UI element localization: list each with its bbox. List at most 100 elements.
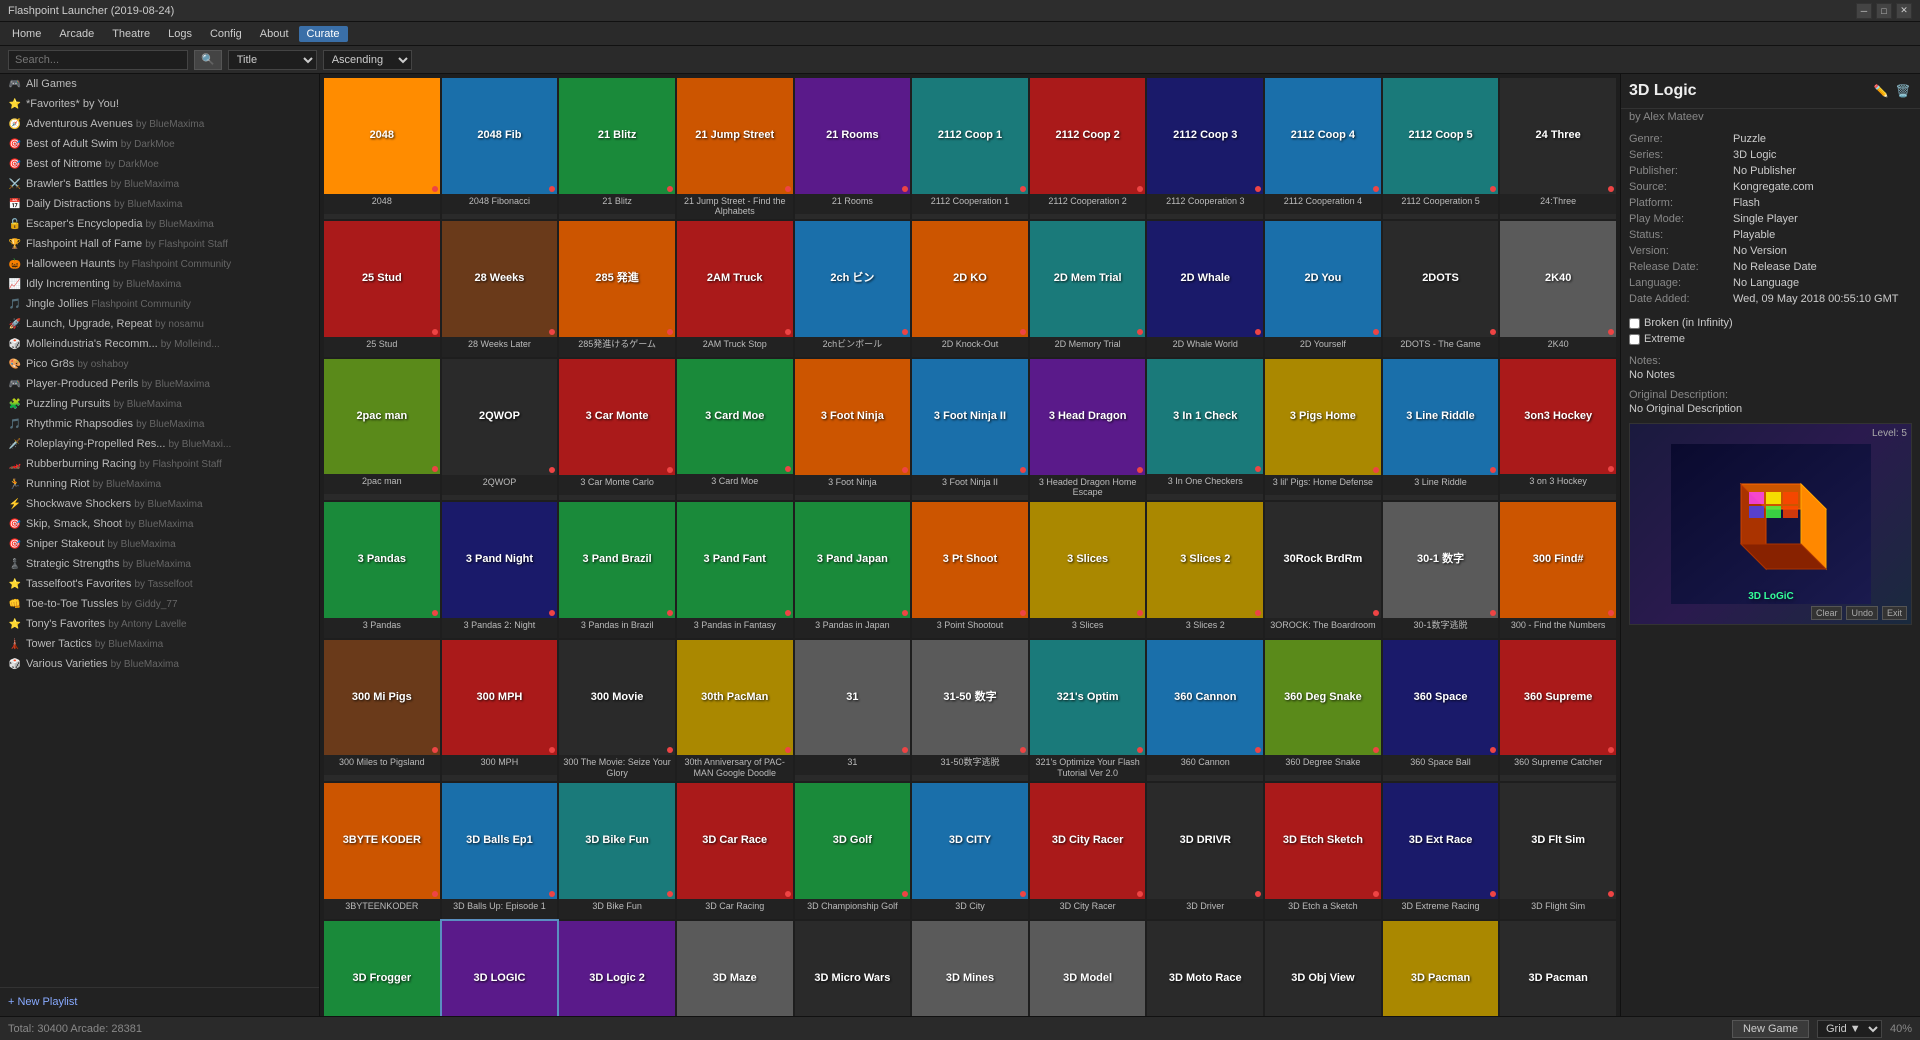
game-cell[interactable]: 24 Three24:Three bbox=[1500, 78, 1616, 219]
game-cell[interactable]: 300 Find#300 - Find the Numbers bbox=[1500, 502, 1616, 638]
menu-item-home[interactable]: Home bbox=[4, 26, 49, 42]
game-cell[interactable]: 3 Pand Night3 Pandas 2: Night bbox=[442, 502, 558, 638]
game-cell[interactable]: 3 Pandas3 Pandas bbox=[324, 502, 440, 638]
sidebar-item-sniper[interactable]: 🎯 Sniper Stakeout by BlueMaxima bbox=[0, 534, 319, 554]
game-cell[interactable]: 3D Pacman3D Pacman bbox=[1383, 921, 1499, 1016]
game-cell[interactable]: 2K402K40 bbox=[1500, 221, 1616, 357]
detail-edit-button[interactable]: ✏️ bbox=[1872, 82, 1890, 100]
game-cell[interactable]: 3 Pt Shoot3 Point Shootout bbox=[912, 502, 1028, 638]
broken-checkbox[interactable] bbox=[1629, 318, 1640, 329]
game-cell[interactable]: 3D Moto Race3D Motorbike Racing bbox=[1147, 921, 1263, 1016]
game-cell[interactable]: 21 Rooms21 Rooms bbox=[795, 78, 911, 219]
sidebar-item-strategic[interactable]: ♟️ Strategic Strengths by BlueMaxima bbox=[0, 554, 319, 574]
game-cell[interactable]: 2DOTS2DOTS - The Game bbox=[1383, 221, 1499, 357]
new-game-button[interactable]: New Game bbox=[1732, 1020, 1809, 1038]
game-cell[interactable]: 360 Supreme360 Supreme Catcher bbox=[1500, 640, 1616, 781]
game-cell[interactable]: 3 Line Riddle3 Line Riddle bbox=[1383, 359, 1499, 500]
game-cell[interactable]: 2ch ビン2chビンボール bbox=[795, 221, 911, 357]
game-cell[interactable]: 3 Slices 23 Slices 2 bbox=[1147, 502, 1263, 638]
game-cell[interactable]: 3D Maze3D Maze bbox=[677, 921, 793, 1016]
sidebar-item-favorites[interactable]: ⭐ *Favorites* by You! bbox=[0, 94, 319, 114]
game-cell[interactable]: 25 Stud25 Stud bbox=[324, 221, 440, 357]
game-cell[interactable]: 30th PacMan30th Anniversary of PAC-MAN G… bbox=[677, 640, 793, 781]
view-mode-select[interactable]: Grid ▼ List bbox=[1817, 1020, 1882, 1038]
game-cell[interactable]: 30-1 数字30-1数字逃脱 bbox=[1383, 502, 1499, 638]
sidebar-item-various[interactable]: 🎲 Various Varieties by BlueMaxima bbox=[0, 654, 319, 674]
game-cell[interactable]: 360 Space360 Space Ball bbox=[1383, 640, 1499, 781]
game-cell[interactable]: 3D CITY3D City bbox=[912, 783, 1028, 919]
game-cell[interactable]: 2D You2D Yourself bbox=[1265, 221, 1381, 357]
sidebar-item-idly[interactable]: 📈 Idly Incrementing by BlueMaxima bbox=[0, 274, 319, 294]
game-cell[interactable]: 3D Bike Fun3D Bike Fun bbox=[559, 783, 675, 919]
game-cell[interactable]: 2112 Coop 22112 Cooperation 2 bbox=[1030, 78, 1146, 219]
game-cell[interactable]: 3 Slices3 Slices bbox=[1030, 502, 1146, 638]
game-cell[interactable]: 3 Pand Fant3 Pandas in Fantasy bbox=[677, 502, 793, 638]
game-cell[interactable]: 3D Etch Sketch3D Etch a Sketch bbox=[1265, 783, 1381, 919]
game-cell[interactable]: 360 Deg Snake360 Degree Snake bbox=[1265, 640, 1381, 781]
game-cell[interactable]: 3 Foot Ninja II3 Foot Ninja II bbox=[912, 359, 1028, 500]
new-playlist-button[interactable]: + New Playlist bbox=[0, 987, 319, 1016]
game-cell[interactable]: 3D Model3D Modeler bbox=[1030, 921, 1146, 1016]
game-cell[interactable]: 28 Weeks28 Weeks Later bbox=[442, 221, 558, 357]
sidebar-item-adult-swim[interactable]: 🎯 Best of Adult Swim by DarkMoe bbox=[0, 134, 319, 154]
search-button[interactable]: 🔍 bbox=[194, 50, 222, 70]
game-cell[interactable]: 3BYTE KODER3BYTEENKODER bbox=[324, 783, 440, 919]
game-cell[interactable]: 31-50 数字31-50数字逃脱 bbox=[912, 640, 1028, 781]
game-cell[interactable]: 3 Pigs Home3 lil' Pigs: Home Defense bbox=[1265, 359, 1381, 500]
game-cell[interactable]: 3131 bbox=[795, 640, 911, 781]
game-cell[interactable]: 20482048 bbox=[324, 78, 440, 219]
game-cell[interactable]: 3D Flt Sim3D Flight Sim bbox=[1500, 783, 1616, 919]
detail-delete-button[interactable]: 🗑️ bbox=[1894, 82, 1912, 100]
game-cell[interactable]: 3 Pand Brazil3 Pandas in Brazil bbox=[559, 502, 675, 638]
sidebar-item-daily[interactable]: 📅 Daily Distractions by BlueMaxima bbox=[0, 194, 319, 214]
game-cell[interactable]: 3 Card Moe3 Card Moe bbox=[677, 359, 793, 500]
preview-clear-button[interactable]: Clear bbox=[1811, 606, 1843, 620]
game-cell[interactable]: 2D KO2D Knock-Out bbox=[912, 221, 1028, 357]
game-cell[interactable]: 3 Pand Japan3 Pandas in Japan bbox=[795, 502, 911, 638]
game-cell[interactable]: 300 Mi Pigs300 Miles to Pigsland bbox=[324, 640, 440, 781]
game-cell[interactable]: 2D Whale2D Whale World bbox=[1147, 221, 1263, 357]
game-cell[interactable]: 300 MPH300 MPH bbox=[442, 640, 558, 781]
game-cell[interactable]: 2112 Coop 32112 Cooperation 3 bbox=[1147, 78, 1263, 219]
game-cell[interactable]: 3D Micro Wars3D Micro Wars bbox=[795, 921, 911, 1016]
sidebar-item-tasselfoot[interactable]: ⭐ Tasselfoot's Favorites by Tasselfoot bbox=[0, 574, 319, 594]
game-cell[interactable]: 321's Optim321's Optimize Your Flash Tut… bbox=[1030, 640, 1146, 781]
sidebar-item-pico[interactable]: 🎨 Pico Gr8s by oshaboy bbox=[0, 354, 319, 374]
sidebar-item-launch[interactable]: 🚀 Launch, Upgrade, Repeat by nosamu bbox=[0, 314, 319, 334]
game-cell[interactable]: 3 Car Monte3 Car Monte Carlo bbox=[559, 359, 675, 500]
game-cell[interactable]: 2pac man2pac man bbox=[324, 359, 440, 500]
game-cell[interactable]: 3 Foot Ninja3 Foot Ninja bbox=[795, 359, 911, 500]
menu-item-about[interactable]: About bbox=[252, 26, 297, 42]
search-input[interactable] bbox=[8, 50, 188, 70]
game-cell[interactable]: 2112 Coop 42112 Cooperation 4 bbox=[1265, 78, 1381, 219]
game-cell[interactable]: 3D Pacman3D Pacman bbox=[1500, 921, 1616, 1016]
game-cell[interactable]: 30Rock BrdRm3OROCK: The Boardroom bbox=[1265, 502, 1381, 638]
game-cell[interactable]: 3D Car Race3D Car Racing bbox=[677, 783, 793, 919]
game-cell[interactable]: 21 Blitz21 Blitz bbox=[559, 78, 675, 219]
sidebar-item-tonys[interactable]: ⭐ Tony's Favorites by Antony Lavelle bbox=[0, 614, 319, 634]
game-cell[interactable]: 3D Obj View3D Object Viewer bbox=[1265, 921, 1381, 1016]
game-cell[interactable]: 360 Cannon360 Cannon bbox=[1147, 640, 1263, 781]
close-button[interactable]: ✕ bbox=[1896, 3, 1912, 19]
game-cell[interactable]: 2048 Fib2048 Fibonacci bbox=[442, 78, 558, 219]
game-cell[interactable]: 3D Frogger3D Frogger bbox=[324, 921, 440, 1016]
game-cell[interactable]: 2112 Coop 12112 Cooperation 1 bbox=[912, 78, 1028, 219]
sidebar-item-all-games[interactable]: 🎮 All Games bbox=[0, 74, 319, 94]
sidebar-item-racing[interactable]: 🏎️ Rubberburning Racing by Flashpoint St… bbox=[0, 454, 319, 474]
game-cell[interactable]: 3 Head Dragon3 Headed Dragon Home Escape bbox=[1030, 359, 1146, 500]
maximize-button[interactable]: □ bbox=[1876, 3, 1892, 19]
sidebar-item-tussles[interactable]: 👊 Toe-to-Toe Tussles by Giddy_77 bbox=[0, 594, 319, 614]
game-cell[interactable]: 2QWOP2QWOP bbox=[442, 359, 558, 500]
game-cell[interactable]: 3 In 1 Check3 In One Checkers bbox=[1147, 359, 1263, 500]
sidebar-item-shockwave[interactable]: ⚡ Shockwave Shockers by BlueMaxima bbox=[0, 494, 319, 514]
game-cell[interactable]: 2AM Truck2AM Truck Stop bbox=[677, 221, 793, 357]
minimize-button[interactable]: ─ bbox=[1856, 3, 1872, 19]
sidebar-item-jingle[interactable]: 🎵 Jingle Jollies Flashpoint Community bbox=[0, 294, 319, 314]
game-grid-area[interactable]: 204820482048 Fib2048 Fibonacci21 Blitz21… bbox=[320, 74, 1620, 1016]
game-cell[interactable]: 3D Mines3D Minesweeper bbox=[912, 921, 1028, 1016]
sidebar-item-player[interactable]: 🎮 Player-Produced Perils by BlueMaxima bbox=[0, 374, 319, 394]
game-cell[interactable]: 3D Ext Race3D Extreme Racing bbox=[1383, 783, 1499, 919]
menu-item-logs[interactable]: Logs bbox=[160, 26, 200, 42]
menu-item-theatre[interactable]: Theatre bbox=[104, 26, 158, 42]
sidebar-item-escaper[interactable]: 🔓 Escaper's Encyclopedia by BlueMaxima bbox=[0, 214, 319, 234]
